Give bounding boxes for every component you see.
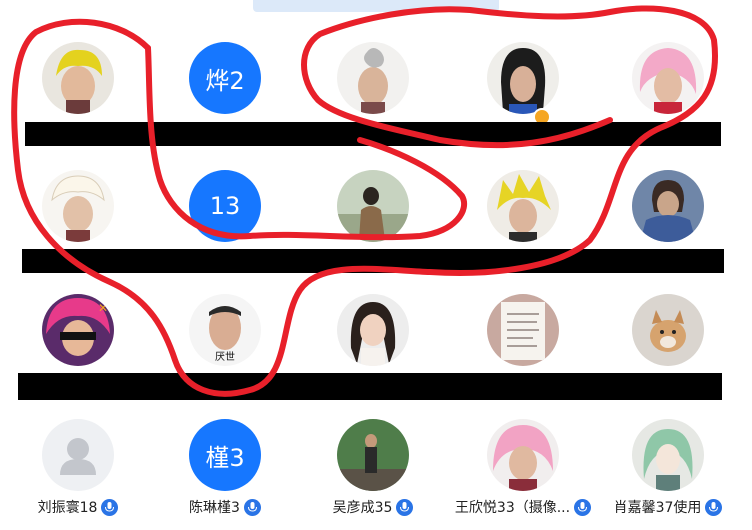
participant-name-text: 肖嘉馨37使用	[613, 500, 702, 516]
participant-name-text: 刘振寰18	[37, 500, 98, 516]
participant-name-text: 吴彦成35	[332, 500, 393, 516]
woman-braids-avatar-icon	[337, 294, 409, 366]
initial-avatar: 槿3	[189, 419, 261, 491]
person-apple-logo-avatar-icon	[337, 42, 409, 114]
microphone-icon[interactable]	[705, 498, 723, 516]
microphone-icon[interactable]	[396, 498, 414, 516]
redaction-bar	[22, 249, 724, 273]
top-tab[interactable]	[253, 0, 499, 12]
participant-name: 吴彦成35	[333, 497, 414, 517]
redaction-bar	[18, 373, 722, 400]
participant-name: 刘振寰18	[38, 497, 119, 517]
participant-tile[interactable]: 王欣悦33（摄像...	[453, 419, 593, 529]
participant-name: 王欣悦33（摄像...	[454, 497, 592, 517]
default-user-avatar-icon	[42, 419, 114, 491]
participant-name-text: 陈琳槿3	[189, 500, 240, 516]
microphone-icon[interactable]	[574, 498, 592, 516]
handwritten-paper-avatar-icon	[487, 294, 559, 366]
person-yellow-spiky-hair-avatar-icon	[487, 170, 559, 242]
armored-warrior-avatar-icon	[632, 170, 704, 242]
participant-name: 肖嘉馨37使用	[614, 497, 723, 517]
participant-tile[interactable]: 吴彦成35	[303, 419, 443, 529]
person-white-hat-avatar-icon	[42, 170, 114, 242]
initial-avatar: 13	[189, 170, 261, 242]
anime-girl-green-hair-avatar-icon	[632, 419, 704, 491]
person-yellow-hair-avatar-icon	[42, 42, 114, 114]
participant-tile[interactable]: 槿3 陈琳槿3	[155, 419, 295, 529]
person-meme-face-avatar-icon: 厌世	[189, 294, 261, 366]
participant-tile[interactable]: 肖嘉馨37使用	[598, 419, 738, 529]
microphone-icon[interactable]	[243, 498, 261, 516]
meme-label: 厌世	[215, 351, 235, 363]
person-pink-wig-avatar-icon	[487, 419, 559, 491]
person-outdoor-garden-avatar-icon	[337, 419, 409, 491]
initial-avatar: 烨2	[189, 42, 261, 114]
sunglasses-cartoon-avatar-icon: ✕	[42, 294, 114, 366]
redaction-bar	[25, 122, 721, 146]
participant-tile[interactable]: 刘振寰18	[8, 419, 148, 529]
person-black-hair-avatar-icon	[487, 42, 559, 114]
participant-name-text: 王欣悦33（摄像...	[454, 500, 571, 516]
person-outdoor-woman-avatar-icon	[337, 170, 409, 242]
svg-text:✕: ✕	[98, 301, 108, 315]
participant-name: 陈琳槿3	[189, 497, 261, 517]
person-pink-hair-avatar-icon	[632, 42, 704, 114]
dog-avatar-icon	[632, 294, 704, 366]
microphone-icon[interactable]	[101, 498, 119, 516]
